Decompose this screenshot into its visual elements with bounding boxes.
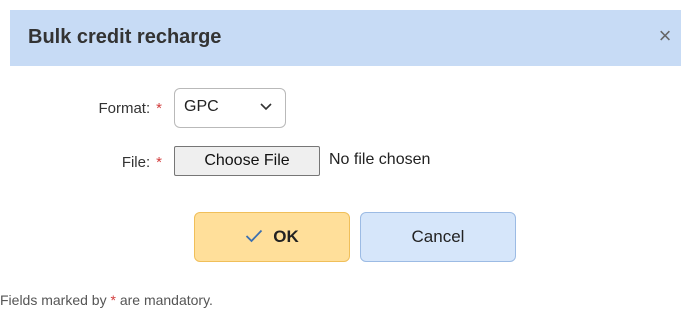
format-label: Format: * (98, 100, 162, 117)
dialog-title: Bulk credit recharge (28, 26, 222, 48)
note-prefix: Fields marked by (0, 292, 107, 308)
close-icon: × (658, 23, 672, 48)
ok-button[interactable]: OK (194, 212, 350, 262)
required-marker: * (156, 100, 162, 117)
format-select[interactable]: GPC (174, 88, 286, 128)
dialog-body: Format: * GPC File: * Choose File No file … (0, 66, 681, 320)
chevron-down-icon (260, 103, 272, 111)
required-marker: * (156, 154, 162, 171)
choose-file-button[interactable]: Choose File (174, 146, 320, 176)
format-select-value: GPC (184, 98, 219, 115)
note-suffix: are mandatory. (119, 292, 213, 308)
file-label: File: * (122, 154, 162, 171)
ok-button-label: OK (273, 227, 299, 246)
format-label-text: Format: (98, 100, 151, 117)
file-label-text: File: (121, 154, 151, 171)
file-status-text: No file chosen (329, 151, 431, 168)
ok-button-content: OK (195, 227, 349, 247)
bulk-credit-recharge-dialog: Bulk credit recharge × Format: * GPC File… (0, 0, 681, 320)
mandatory-fields-note: Fields marked by * are mandatory. (0, 292, 213, 308)
dialog-titlebar: Bulk credit recharge × (10, 10, 681, 66)
note-required-marker: * (110, 292, 116, 308)
close-button[interactable]: × (653, 22, 677, 50)
cancel-button[interactable]: Cancel (360, 212, 516, 262)
check-icon (246, 229, 263, 243)
